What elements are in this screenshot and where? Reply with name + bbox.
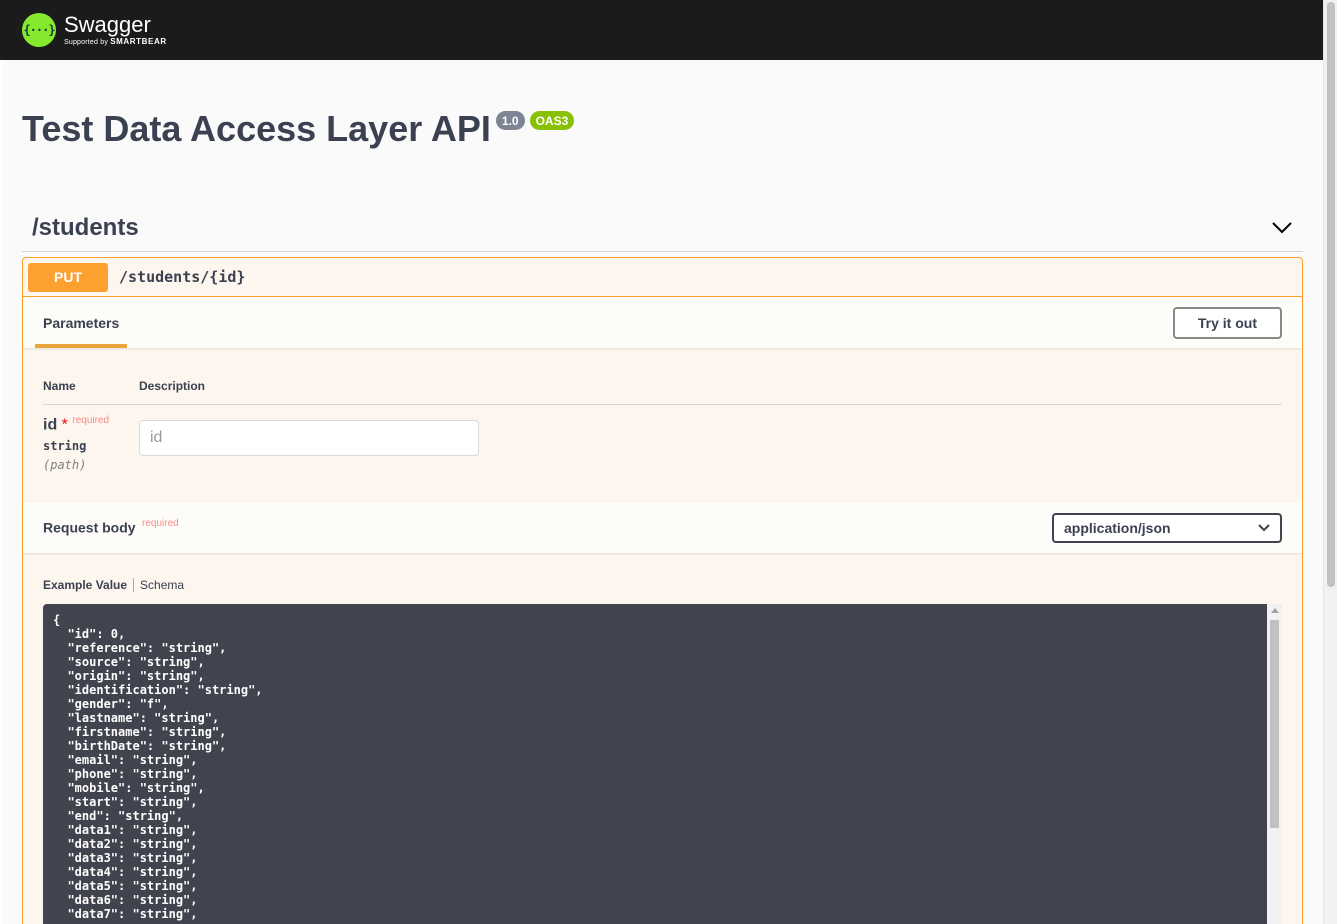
code-scrollbar[interactable] xyxy=(1267,604,1282,924)
column-name: Name xyxy=(43,379,76,393)
tab-divider xyxy=(133,578,135,592)
scroll-up-arrow-icon[interactable] xyxy=(1271,608,1279,613)
content-type-value: application/json xyxy=(1064,519,1171,536)
tab-schema[interactable]: Schema xyxy=(140,578,184,592)
logo-text: Swagger Supported by SMARTBEAR xyxy=(64,12,167,47)
operation-block: PUT /students/{id} Parameters Try it out… xyxy=(22,257,1303,924)
id-input[interactable] xyxy=(139,420,479,456)
column-description: Description xyxy=(139,379,206,393)
info-header: Test Data Access Layer API 1.0 OAS3 xyxy=(22,108,575,150)
table-row: id * required string (path) xyxy=(43,405,1282,472)
param-type: string xyxy=(43,439,87,454)
tag-title: /students xyxy=(32,214,139,241)
page-scroll-thumb[interactable] xyxy=(1327,2,1335,587)
tag-header[interactable]: /students xyxy=(22,205,1303,252)
swagger-logo[interactable]: {···} Swagger Supported by SMARTBEAR xyxy=(22,13,167,47)
param-description-cell xyxy=(139,415,479,472)
tab-parameters[interactable]: Parameters xyxy=(35,297,128,348)
logo-sub-prefix: Supported by xyxy=(64,39,109,46)
operation-path: /students/{id} xyxy=(119,268,246,286)
operation-summary[interactable]: PUT /students/{id} xyxy=(23,258,1302,297)
top-bar: {···} Swagger Supported by SMARTBEAR xyxy=(0,0,1323,60)
logo-subtitle: Supported by SMARTBEAR xyxy=(64,37,167,47)
method-badge: PUT xyxy=(28,262,108,292)
param-name: id xyxy=(43,416,58,434)
chevron-down-icon xyxy=(1258,523,1270,531)
request-body-required: required xyxy=(142,517,179,529)
request-body-title: Request body xyxy=(43,519,136,536)
logo-name: Swagger xyxy=(64,12,151,37)
param-name-cell: id * required string (path) xyxy=(43,415,139,472)
code-scroll-thumb[interactable] xyxy=(1270,620,1279,828)
logo-sub-brand: SMARTBEAR xyxy=(110,37,167,46)
chevron-down-icon[interactable] xyxy=(1271,217,1293,239)
param-location: (path) xyxy=(43,458,87,473)
example-code: { "id": 0, "reference": "string", "sourc… xyxy=(53,613,263,921)
required-label: required xyxy=(72,415,110,426)
version-badge: 1.0 xyxy=(495,111,525,130)
tab-example-value[interactable]: Example Value xyxy=(43,578,127,592)
swagger-logo-icon: {···} xyxy=(22,13,56,47)
content-type-select[interactable]: application/json xyxy=(1052,512,1282,543)
required-star: * xyxy=(61,416,68,434)
request-body-header: Request body required application/json xyxy=(23,502,1302,553)
page-scrollbar[interactable] xyxy=(1323,0,1337,924)
parameters-table: Name Description id * required string (p… xyxy=(23,348,1302,502)
example-code-box: { "id": 0, "reference": "string", "sourc… xyxy=(43,604,1282,924)
page-title: Test Data Access Layer API xyxy=(22,108,491,149)
oas-badge: OAS3 xyxy=(529,111,575,130)
example-section: Example Value Schema { "id": 0, "referen… xyxy=(23,553,1302,924)
parameters-header: Parameters Try it out xyxy=(23,297,1302,348)
page-content: Test Data Access Layer API 1.0 OAS3 /stu… xyxy=(2,60,1323,924)
parameters-table-header: Name Description xyxy=(43,368,1282,405)
example-tabs: Example Value Schema xyxy=(43,578,1282,592)
try-it-out-button[interactable]: Try it out xyxy=(1172,306,1282,339)
